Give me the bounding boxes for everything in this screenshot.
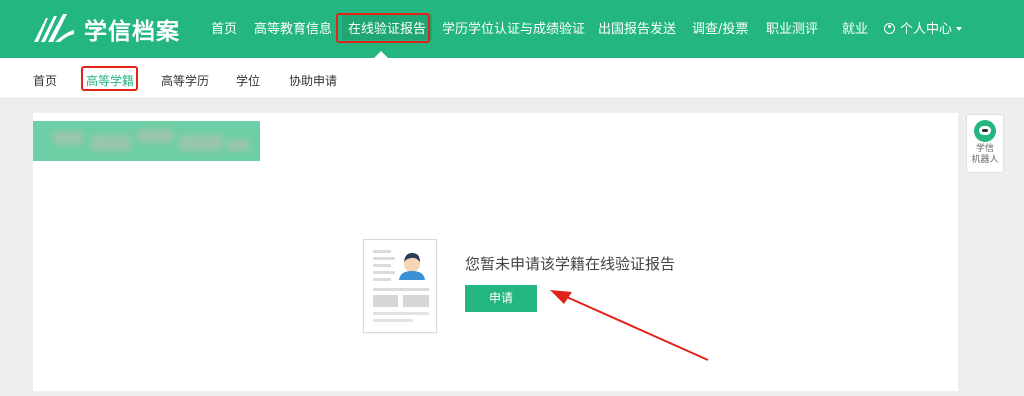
robot-avatar-icon — [974, 120, 996, 142]
top-navigation-bar: 学信档案 首页 高等教育信息 在线验证报告 学历学位认证与成绩验证 出国报告发送… — [0, 0, 1024, 58]
user-icon — [884, 23, 895, 34]
chat-robot-widget[interactable]: 学信 机器人 — [966, 114, 1004, 173]
topnav-career-assessment[interactable]: 职业测评 — [766, 18, 818, 37]
subnav-academic-record[interactable]: 高等学历 — [161, 72, 209, 89]
active-tab-caret — [374, 51, 388, 58]
main-content-card: 您暂未申请该学籍在线验证报告 申请 — [33, 113, 958, 391]
topnav-survey-vote[interactable]: 调查/投票 — [692, 18, 748, 37]
robot-label-line1: 学信 — [975, 144, 994, 154]
brand-logo[interactable]: 学信档案 — [32, 12, 180, 46]
book-logo-icon — [32, 14, 76, 44]
apply-button[interactable]: 申请 — [465, 285, 537, 312]
topnav-higher-education-info[interactable]: 高等教育信息 — [254, 18, 332, 37]
topnav-overseas-report[interactable]: 出国报告发送 — [598, 18, 676, 37]
topnav-employment[interactable]: 就业 — [842, 18, 868, 37]
annotation-highlight-box-sub — [81, 66, 138, 91]
topnav-home[interactable]: 首页 — [211, 18, 237, 37]
user-center-menu[interactable]: 个人中心 — [884, 18, 963, 37]
no-report-message: 您暂未申请该学籍在线验证报告 — [465, 255, 676, 273]
subnav-degree[interactable]: 学位 — [236, 72, 260, 89]
user-center-label: 个人中心 — [900, 22, 953, 37]
sub-navigation-bar: 首页 高等学籍 高等学历 学位 协助申请 — [0, 58, 1024, 99]
subnav-home[interactable]: 首页 — [33, 72, 57, 89]
subnav-assisted-application[interactable]: 协助申请 — [289, 72, 337, 89]
annotation-highlight-box — [336, 13, 430, 43]
chevron-down-icon — [956, 27, 963, 31]
brand-name: 学信档案 — [84, 19, 180, 45]
student-info-banner-blurred — [33, 121, 260, 161]
annotation-arrow — [550, 290, 709, 361]
robot-label-line2: 机器人 — [971, 155, 999, 165]
topnav-degree-certification[interactable]: 学历学位认证与成绩验证 — [442, 18, 585, 37]
report-document-illustration — [363, 239, 437, 333]
